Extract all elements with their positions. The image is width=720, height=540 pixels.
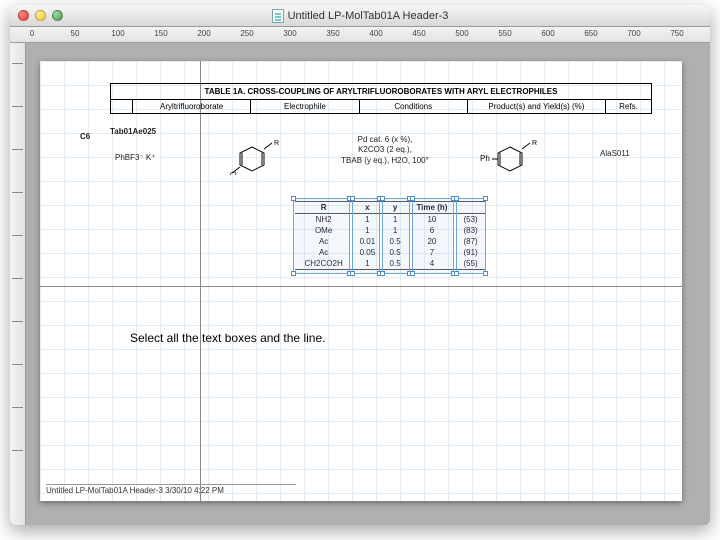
ruler-tick-label: 400 [369,29,382,38]
table-header-cell: Conditions [360,100,468,113]
ruler-tick-label: 50 [71,29,80,38]
product-structure[interactable]: Ph R [480,139,550,175]
conditions-block[interactable]: Pd cat. 6 (x %), K2CO3 (2 eq.), TBAB (y … [325,135,445,166]
conditions-line: K2CO3 (2 eq.), [325,145,445,155]
close-icon[interactable] [18,10,29,21]
ruler-tick-label: 650 [584,29,597,38]
window-title: Untitled LP-MolTab01A Header-3 [10,9,710,23]
table-title: TABLE 1A. CROSS-COUPLING OF ARYLTRIFLUOR… [111,84,651,100]
table-header-cell: Electrophile [251,100,359,113]
svg-text:R: R [532,140,537,147]
document-icon [272,9,284,23]
selection-box[interactable] [412,198,454,274]
ruler-tick-label: 600 [541,29,554,38]
traffic-lights [18,10,63,21]
ruler-tick-label: 700 [627,29,640,38]
table-header-frame[interactable]: TABLE 1A. CROSS-COUPLING OF ARYLTRIFLUOR… [110,83,652,114]
ruler-tick-label: 0 [30,29,34,38]
conditions-line: TBAB (y eq.), H2O, 100° [325,156,445,166]
instruction-text: Select all the text boxes and the line. [130,331,325,345]
svg-text:Cl: Cl [230,172,237,175]
ruler-tick-label: 250 [240,29,253,38]
selection-box[interactable] [352,198,380,274]
ruler-tick-label: 200 [197,29,210,38]
ruler-tick-label: 150 [154,29,167,38]
ruler-tick-label: 350 [326,29,339,38]
selection-box[interactable] [456,198,486,274]
svg-text:Ph: Ph [480,154,490,163]
ruler-tick-label: 100 [111,29,124,38]
table-header-cell [111,100,133,113]
svg-text:R: R [274,140,279,147]
window-title-text: Untitled LP-MolTab01A Header-3 [288,10,449,22]
selection-box[interactable] [382,198,410,274]
ruler-tick-label: 450 [412,29,425,38]
vertical-ruler[interactable] [10,43,26,525]
ruler-tick-label: 500 [455,29,468,38]
ruler-tick-label: 750 [670,29,683,38]
entry-c-label: C6 [80,132,90,141]
table-header-cell: Refs. [606,100,651,113]
window-frame: Untitled LP-MolTab01A Header-3 0 50 100 … [10,5,710,525]
horizontal-ruler[interactable]: 0 50 100 150 200 250 300 350 400 450 500… [10,27,710,43]
document-content: TABLE 1A. CROSS-COUPLING OF ARYLTRIFLUOR… [40,61,682,501]
table-header-cell: Product(s) and Yield(s) (%) [468,100,606,113]
entry-borate[interactable]: PhBF3⁻ K⁺ [115,153,155,162]
table-entry: C6 Tab01Ae025 PhBF3⁻ K⁺ R [110,127,652,197]
drawing-canvas[interactable]: TABLE 1A. CROSS-COUPLING OF ARYLTRIFLUOR… [40,61,682,501]
titlebar: Untitled LP-MolTab01A Header-3 [10,5,710,27]
ruler-tick-label: 300 [283,29,296,38]
conditions-line: Pd cat. 6 (x %), [325,135,445,145]
page-footer: Untitled LP-MolTab01A Header-3 3/30/10 4… [46,484,296,495]
electrophile-structure[interactable]: R Cl [230,139,288,175]
minimize-icon[interactable] [35,10,46,21]
entry-ref[interactable]: AlaS011 [600,149,630,158]
table-header-cell: Aryltrifluoroborate [133,100,251,113]
table-header-row: Aryltrifluoroborate Electrophile Conditi… [111,100,651,113]
workspace: TABLE 1A. CROSS-COUPLING OF ARYLTRIFLUOR… [10,43,710,525]
ruler-tick-label: 550 [498,29,511,38]
zoom-icon[interactable] [52,10,63,21]
entry-tag[interactable]: Tab01Ae025 [110,127,156,136]
selection-box[interactable] [293,198,350,274]
